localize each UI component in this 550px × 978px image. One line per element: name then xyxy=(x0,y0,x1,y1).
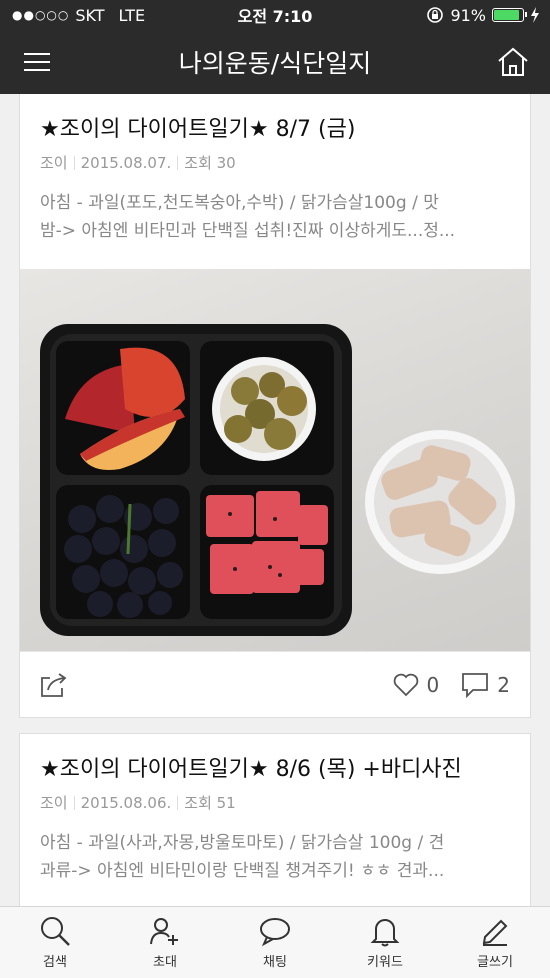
excerpt-line: 아침 - 과일(포도,천도복숭아,수박) / 닭가슴살100g / 맛 xyxy=(40,193,439,213)
tab-invite[interactable]: 초대 xyxy=(110,907,220,978)
post-meta: 조이 2015.08.07. 조회 30 xyxy=(20,146,530,173)
post-excerpt[interactable]: 아침 - 과일(사과,자몽,방울토마토) / 닭가슴살 100g / 견 과류-… xyxy=(20,813,530,887)
share-icon xyxy=(41,672,67,697)
battery-percent: 91% xyxy=(450,5,486,25)
top-bar: ●●○○○ SKT LTE 오전 7:10 91% 나의운동/식단일지 xyxy=(0,0,550,94)
post-date: 2015.08.07. xyxy=(80,153,172,172)
search-icon xyxy=(41,917,70,946)
rotation-lock-icon xyxy=(427,7,444,23)
meta-divider xyxy=(177,795,179,810)
tab-label: 키워드 xyxy=(367,955,403,970)
invite-user-icon xyxy=(150,918,178,945)
status-bar: ●●○○○ SKT LTE 오전 7:10 91% xyxy=(0,0,550,30)
excerpt-line: 과류-> 아침엔 비타민이랑 단백질 챙겨주기! ㅎㅎ 견과... xyxy=(40,861,445,881)
post-date: 2015.08.06. xyxy=(80,793,172,812)
post-views: 조회 30 xyxy=(184,154,236,172)
bottom-tab-bar: 검색 초대 채팅 키워드 글쓰기 xyxy=(0,906,550,978)
charging-bolt-icon xyxy=(531,7,539,23)
chat-icon xyxy=(260,918,290,947)
comment-count: 2 xyxy=(497,672,510,697)
pencil-icon xyxy=(482,919,508,946)
nav-bar: 나의운동/식단일지 xyxy=(0,30,550,94)
comment-button[interactable]: 2 xyxy=(461,672,510,698)
tab-keyword[interactable]: 키워드 xyxy=(330,907,440,978)
share-button[interactable] xyxy=(40,672,68,698)
post-author: 조이 xyxy=(40,794,68,812)
tab-label: 글쓰기 xyxy=(477,955,513,970)
tab-search[interactable]: 검색 xyxy=(0,907,110,978)
carrier-name: SKT xyxy=(75,5,105,25)
like-button[interactable]: 0 xyxy=(393,672,440,697)
post-title[interactable]: ★조이의 다이어트일기★ 8/6 (목) +바디사진 xyxy=(20,734,530,786)
comment-icon xyxy=(462,672,489,698)
post-card[interactable]: ★조이의 다이어트일기★ 8/6 (목) +바디사진 조이 2015.08.06… xyxy=(19,733,531,913)
bell-icon xyxy=(370,919,400,947)
post-card[interactable]: ★조이의 다이어트일기★ 8/7 (금) 조이 2015.08.07. 조회 3… xyxy=(19,94,531,718)
tab-label: 초대 xyxy=(153,955,177,970)
like-count: 0 xyxy=(426,672,440,697)
excerpt-line: 밤-> 아침엔 비타민과 단백질 섭취!진짜 이상하게도...정... xyxy=(40,221,456,241)
meta-divider xyxy=(73,795,75,810)
post-actions: 0 2 xyxy=(20,651,530,717)
post-title[interactable]: ★조이의 다이어트일기★ 8/7 (금) xyxy=(20,94,530,146)
signal-strength-icon: ●●○○○ xyxy=(12,8,70,22)
meal-photo-illustration xyxy=(40,324,515,636)
post-author: 조이 xyxy=(40,154,68,172)
post-photo[interactable] xyxy=(20,269,530,652)
meta-divider xyxy=(177,155,179,170)
meta-divider xyxy=(73,155,75,170)
excerpt-line: 아침 - 과일(사과,자몽,방울토마토) / 닭가슴살 100g / 견 xyxy=(40,833,445,853)
post-meta: 조이 2015.08.06. 조회 51 xyxy=(20,786,530,813)
status-left: ●●○○○ SKT LTE xyxy=(12,6,145,25)
menu-button[interactable] xyxy=(20,45,54,79)
tab-chat[interactable]: 채팅 xyxy=(220,907,330,978)
post-views: 조회 51 xyxy=(184,794,236,812)
battery-icon xyxy=(492,8,527,22)
tab-write[interactable]: 글쓰기 xyxy=(440,907,550,978)
post-excerpt[interactable]: 아침 - 과일(포도,천도복숭아,수박) / 닭가슴살100g / 맛 밤-> … xyxy=(20,173,530,247)
hamburger-icon xyxy=(24,53,50,71)
page-title: 나의운동/식단일지 xyxy=(178,49,372,78)
network-type: LTE xyxy=(118,5,146,25)
home-icon xyxy=(498,47,528,76)
status-right: 91% xyxy=(426,6,540,25)
tab-label: 검색 xyxy=(43,955,67,970)
home-button[interactable] xyxy=(496,45,530,79)
battery-level xyxy=(494,10,520,20)
heart-icon xyxy=(393,673,418,696)
tab-label: 채팅 xyxy=(263,955,287,970)
